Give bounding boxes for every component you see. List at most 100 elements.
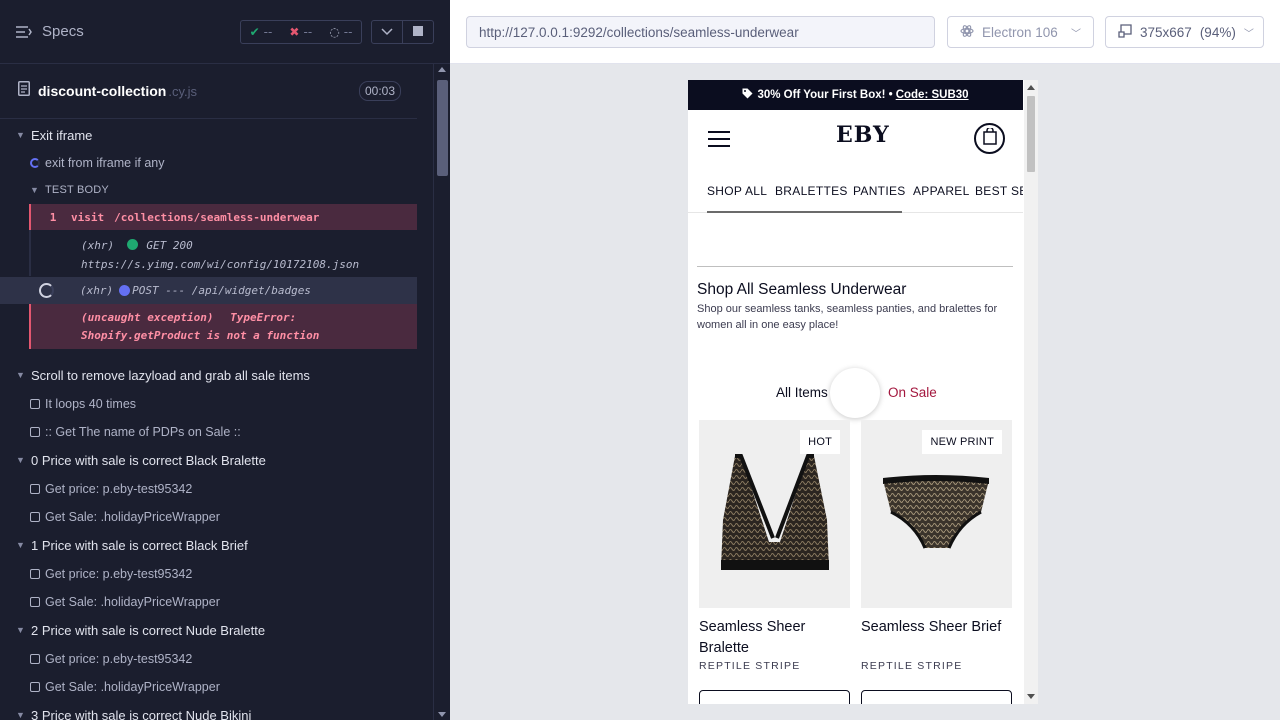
- test-status-icon: [30, 682, 40, 692]
- scroll-down-icon[interactable]: [1027, 694, 1035, 699]
- nav-item-bralettes[interactable]: BRALETTES: [775, 184, 848, 198]
- tag-icon: [742, 88, 753, 102]
- app-preview-frame: 30% Off Your First Box! • Code: SUB30 EB…: [688, 80, 1038, 704]
- suite-black-bralette[interactable]: ▼ 0 Price with sale is correct Black Bra…: [0, 449, 433, 471]
- filter-on-sale[interactable]: On Sale: [888, 385, 937, 400]
- nav-item-panties[interactable]: PANTIES: [853, 184, 906, 198]
- running-spinner-icon: [30, 158, 40, 168]
- scrollbar-thumb[interactable]: [437, 80, 448, 176]
- test-status-icon: [30, 654, 40, 664]
- test-status-icon: [30, 512, 40, 522]
- promo-code-link[interactable]: Code: SUB30: [896, 89, 969, 101]
- scroll-up-icon[interactable]: [438, 67, 446, 72]
- aut-toolbar: Electron 106 ﹀ 375x667 (94%) ﹀: [450, 0, 1280, 64]
- promo-banner[interactable]: 30% Off Your First Box! • Code: SUB30: [688, 80, 1023, 110]
- chevron-down-icon: ▼: [16, 455, 25, 465]
- scroll-up-icon[interactable]: [1027, 85, 1035, 90]
- suite-nude-bikini[interactable]: ▼ 3 Price with sale is correct Nude Biki…: [0, 704, 433, 720]
- test-status-icon: [30, 427, 40, 437]
- spec-duration: 00:03: [358, 81, 401, 101]
- test-loops[interactable]: It loops 40 times: [0, 393, 433, 415]
- command-xhr-post[interactable]: (xhr) POST --- /api/widget/badges: [0, 277, 417, 304]
- nav-active-indicator: [707, 211, 902, 213]
- product-badge: NEW PRINT: [922, 430, 1002, 454]
- pending-stat: ◌ --: [329, 25, 353, 39]
- product-print: REPTILE STRIPE: [699, 660, 801, 672]
- chevron-down-icon: ▼: [16, 540, 25, 550]
- suite-exit-iframe[interactable]: ▼ Exit iframe: [0, 124, 433, 146]
- suite-scroll-lazyload[interactable]: ▼ Scroll to remove lazyload and grab all…: [0, 364, 433, 386]
- scrollbar-thumb[interactable]: [1027, 96, 1035, 172]
- scroll-down-icon[interactable]: [438, 712, 446, 717]
- check-icon: ✔: [249, 25, 260, 39]
- preview-scrollbar[interactable]: [1024, 80, 1038, 704]
- sale-filter-toggle[interactable]: All Items On Sale: [688, 364, 1023, 420]
- loading-spinner-icon: [39, 283, 54, 298]
- stop-button[interactable]: [402, 20, 434, 44]
- category-nav: SHOP ALL BRALETTES PANTIES APPAREL BEST …: [688, 168, 1023, 213]
- test-get-sale[interactable]: Get Sale: .holidayPriceWrapper: [0, 591, 433, 613]
- test-get-price[interactable]: Get price: p.eby-test95342: [0, 478, 433, 500]
- product-name[interactable]: Seamless Sheer Brief: [861, 617, 1012, 638]
- test-body-header[interactable]: ▼ TEST BODY: [0, 179, 433, 201]
- chevron-down-icon: ▼: [16, 625, 25, 635]
- test-status-icon: [30, 569, 40, 579]
- add-to-cart-button[interactable]: [861, 690, 1012, 704]
- nav-item-apparel[interactable]: APPAREL: [913, 184, 970, 198]
- site-header: EBY: [688, 110, 1023, 168]
- test-get-price[interactable]: Get price: p.eby-test95342: [0, 648, 433, 670]
- test-get-sale[interactable]: Get Sale: .holidayPriceWrapper: [0, 506, 433, 528]
- chevron-down-icon: ▼: [16, 710, 25, 720]
- cart-button[interactable]: [974, 123, 1005, 154]
- product-name[interactable]: Seamless Sheer Bralette: [699, 617, 850, 659]
- collection-description: Shop our seamless tanks, seamless pantie…: [697, 303, 998, 331]
- test-status-icon: [30, 597, 40, 607]
- viewport-selector[interactable]: 375x667 (94%) ﹀: [1105, 16, 1264, 48]
- url-field[interactable]: [466, 16, 935, 48]
- nav-item-shop-all[interactable]: SHOP ALL: [707, 184, 767, 198]
- expand-collapse-button[interactable]: [371, 20, 403, 44]
- spec-extension: .cy.js: [168, 83, 197, 99]
- filter-all-items[interactable]: All Items: [776, 385, 828, 400]
- chevron-down-icon: ▼: [16, 130, 25, 140]
- chevron-down-icon: ﹀: [1243, 28, 1254, 40]
- command-xhr-get[interactable]: (xhr) GET 200 https://s.yimg.com/wi/conf…: [29, 230, 417, 276]
- test-get-price[interactable]: Get price: p.eby-test95342: [0, 563, 433, 585]
- test-exit-iframe[interactable]: exit from iframe if any: [0, 152, 433, 174]
- nav-item-best-sellers[interactable]: BEST SEL: [975, 184, 1023, 198]
- hamburger-menu-icon[interactable]: [708, 131, 730, 147]
- viewport-zoom: (94%): [1199, 24, 1236, 40]
- status-dot-icon: [119, 285, 131, 296]
- toggle-knob[interactable]: [830, 368, 880, 418]
- test-get-names[interactable]: :: Get The name of PDPs on Sale ::: [0, 421, 433, 443]
- test-status-icon: [30, 484, 40, 494]
- product-badge: HOT: [800, 430, 840, 454]
- test-stats: ✔ -- ✖ -- ◌ --: [240, 20, 362, 44]
- product-print: REPTILE STRIPE: [861, 660, 963, 672]
- command-visit[interactable]: 1 visit /collections/seamless-underwear: [29, 204, 417, 230]
- suite-nude-bralette[interactable]: ▼ 2 Price with sale is correct Nude Bral…: [0, 619, 433, 641]
- stop-icon: [413, 23, 423, 41]
- document-icon: [18, 81, 30, 101]
- suite-black-brief[interactable]: ▼ 1 Price with sale is correct Black Bri…: [0, 534, 433, 556]
- specs-label: Specs: [42, 23, 84, 40]
- command-log: discount-collection .cy.js 00:03 ▼ Exit …: [0, 64, 433, 720]
- chevron-down-icon: ﹀: [1071, 28, 1081, 40]
- test-get-sale[interactable]: Get Sale: .holidayPriceWrapper: [0, 676, 433, 698]
- chevron-down-icon: ▼: [16, 370, 25, 380]
- chevron-down-icon: ▼: [30, 185, 39, 195]
- spec-name: discount-collection: [38, 83, 167, 99]
- passed-stat: ✔ --: [249, 25, 273, 39]
- reporter-scrollbar[interactable]: [433, 64, 450, 720]
- specs-toggle-button[interactable]: Specs: [16, 23, 84, 40]
- add-to-cart-button[interactable]: [699, 690, 850, 704]
- reporter-panel: Specs ✔ -- ✖ -- ◌ -- discount-collection .c…: [0, 0, 450, 720]
- shopping-bag-icon: [982, 126, 997, 150]
- test-status-icon: [30, 399, 40, 409]
- collection-title: Shop All Seamless Underwear: [697, 281, 907, 298]
- site-logo[interactable]: EBY: [836, 122, 890, 148]
- divider: [697, 266, 1013, 267]
- browser-selector[interactable]: Electron 106 ﹀: [947, 16, 1094, 48]
- browser-name: Electron 106: [982, 24, 1058, 40]
- command-uncaught-exception[interactable]: (uncaught exception) TypeError: Shopify.…: [29, 304, 417, 349]
